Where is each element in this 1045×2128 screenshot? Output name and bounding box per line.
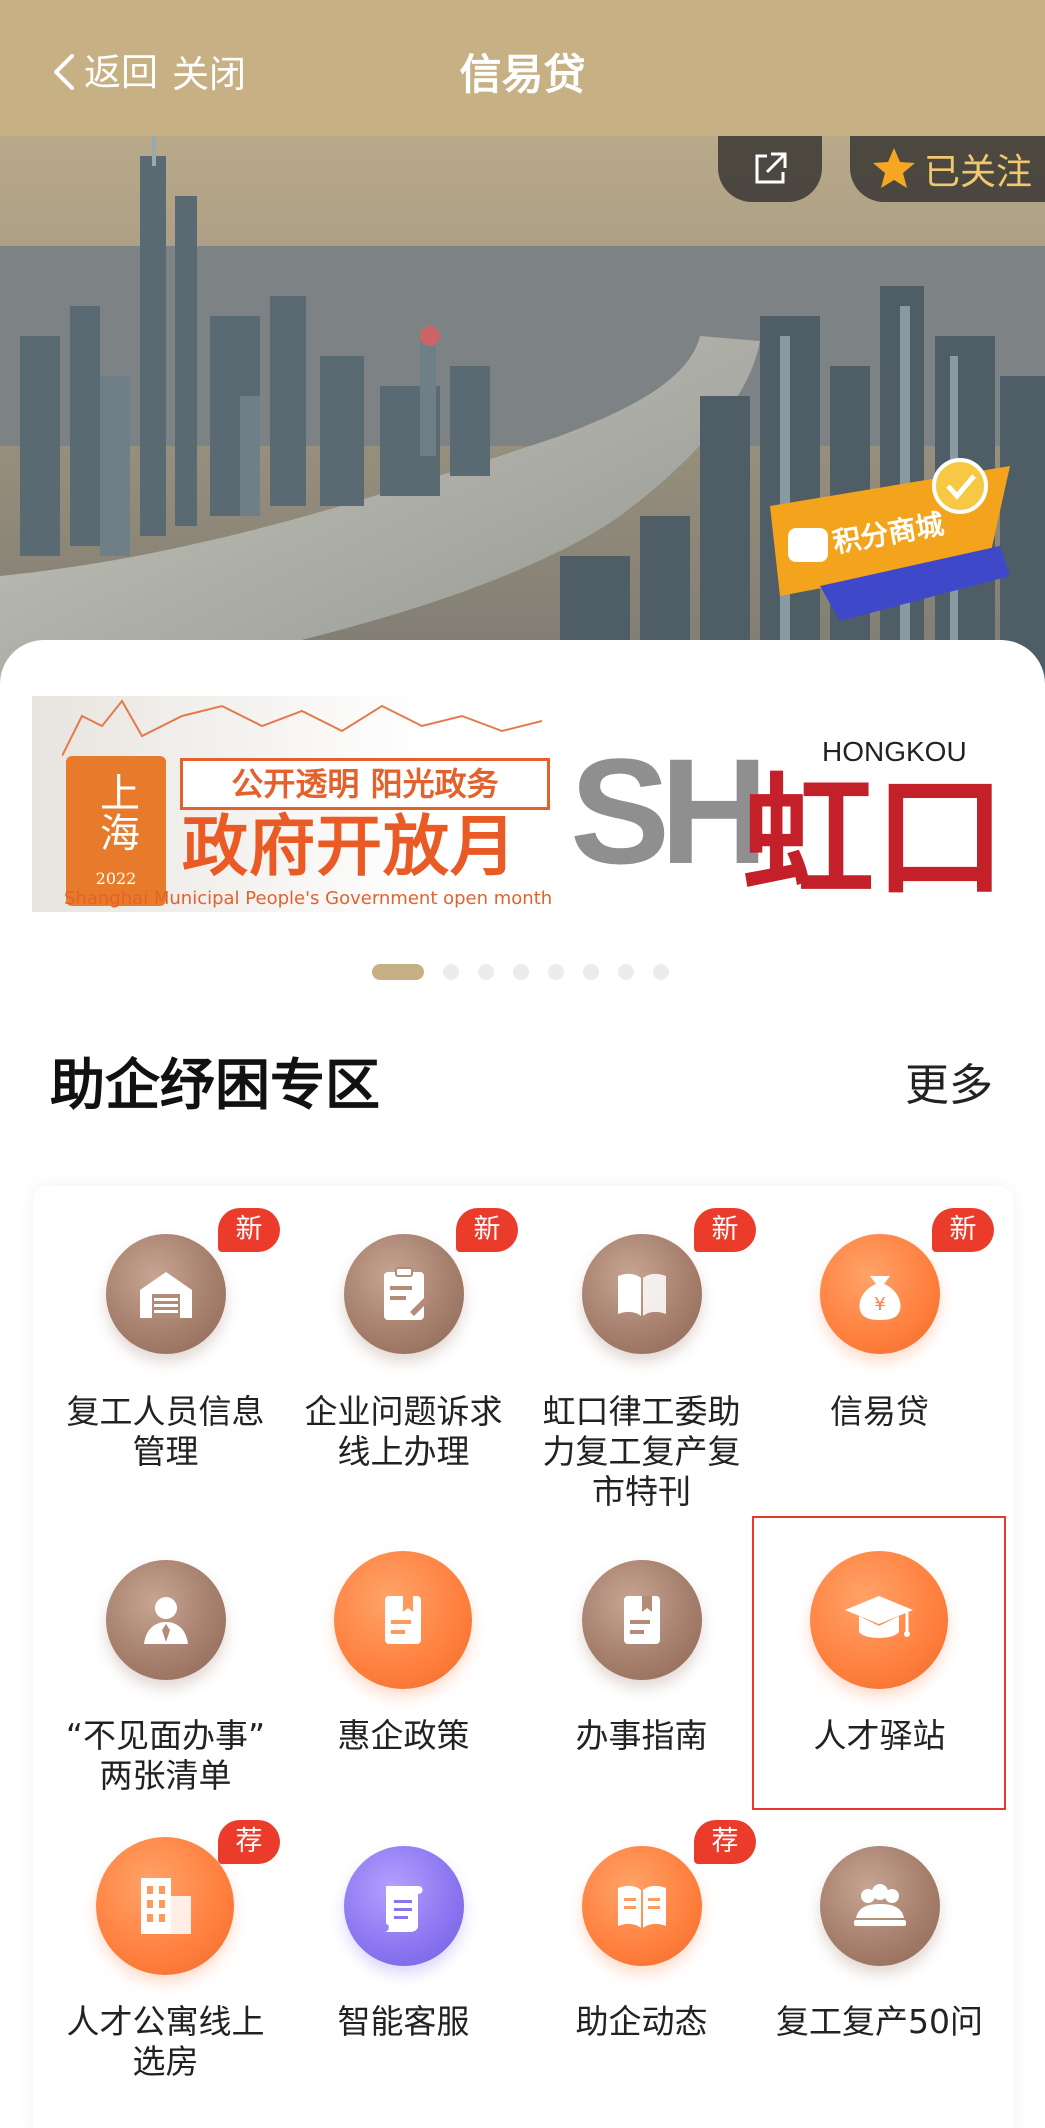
carousel-dot[interactable] [478,964,494,980]
tile-label: 复工人员信息 管理 [40,1392,291,1472]
tile-label: 信易贷 [754,1392,1005,1432]
carousel-dot[interactable] [548,964,564,980]
open-book-icon [582,1234,702,1354]
points-mall-badge[interactable]: 积分商城 [760,446,1020,626]
page-title: 信易贷 [459,50,586,99]
new-badge: 荐 [218,1820,280,1864]
money-bag-icon: ¥ [820,1234,940,1354]
apartment-building-icon [96,1837,234,1975]
scroll-icon [344,1846,464,1966]
warehouse-icon [106,1234,226,1354]
carousel-dot[interactable] [513,964,529,980]
tile-label-line: 选房 [132,2042,199,2081]
banner-subtitle: Shanghai Municipal People's Government o… [64,888,553,909]
carousel-dot[interactable] [653,964,669,980]
new-badge: 新 [456,1208,518,1252]
skyline-outline-icon [62,699,542,756]
district-chinese: 虹口 [742,761,1006,912]
tile-label-line: 企业问题诉求 [304,1392,503,1431]
carousel-dot[interactable] [443,964,459,980]
tile-label-line: 办事指南 [575,1716,708,1755]
tile-label: 复工复产50问 [754,2002,1005,2042]
tile-label-line: 线上办理 [337,1432,470,1471]
tile-label-line: 信易贷 [830,1392,929,1431]
star-icon [873,148,915,188]
tile-label: 人才公寓线上 选房 [40,2002,291,2082]
news-book-icon [582,1846,702,1966]
tile-label-line: 市特刊 [592,1472,691,1511]
promo-banner[interactable]: 上海 2022 公开透明 阳光政务 政府开放月 Shanghai Municip… [32,696,1014,912]
person-tie-icon [106,1560,226,1680]
banner-slogan: 公开透明 阳光政务 [180,758,550,810]
banner-headline: 政府开放月 [182,808,517,885]
sh-logo-text: SH [570,727,768,895]
more-link[interactable]: 更多 [905,1064,993,1108]
follow-button[interactable]: 已关注 [850,136,1045,202]
carousel-dot[interactable] [372,964,424,980]
tile-label: 虹口律工委助 力复工复产复 市特刊 [516,1392,767,1512]
tile-label: 办事指南 [516,1716,767,1756]
hero-banner-image: 已关注 积分商城 [0,136,1045,696]
top-navbar: 返回 关闭 信易贷 [0,0,1045,136]
tile-label: 惠企政策 [278,1716,529,1756]
follow-label: 已关注 [924,152,1033,193]
tile-label-line: 管理 [132,1432,199,1471]
tile-label-line: 助企动态 [575,2002,708,2041]
tile-label: “不见面办事” 两张清单 [40,1716,291,1796]
tile-label-line: 复工复产50问 [776,2002,983,2041]
svg-text:¥: ¥ [874,1294,885,1315]
clipboard-edit-icon [344,1234,464,1354]
tile-label-line: 智能客服 [337,2002,470,2041]
selection-highlight-box [752,1516,1006,1810]
carousel-dot[interactable] [583,964,599,980]
tile-label-line: 虹口律工委助 [542,1392,741,1431]
share-icon [755,152,787,184]
tile-label-line: 两张清单 [99,1756,232,1795]
tile-label-line: 力复工复产复 [542,1432,741,1471]
share-button[interactable] [718,136,822,202]
tile-label-line: 复工人员信息 [66,1392,265,1431]
policy-doc-icon [334,1551,472,1689]
seal-text: 上海 [93,772,139,852]
new-badge: 新 [218,1208,280,1252]
new-badge: 新 [694,1208,756,1252]
section-title: 助企纾困专区 [50,1053,381,1117]
guide-doc-icon [582,1560,702,1680]
tile-label: 企业问题诉求 线上办理 [278,1392,529,1472]
carousel-indicator [372,964,688,980]
meeting-people-icon [820,1846,940,1966]
shanghai-seal: 上海 2022 [66,756,166,906]
new-badge: 荐 [694,1820,756,1864]
tile-label-line: “不见面办事” [65,1716,266,1755]
tile-label-line: 人才公寓线上 [66,2002,265,2041]
seal-year: 2022 [95,869,137,888]
tile-label-line: 惠企政策 [337,1716,470,1755]
carousel-dot[interactable] [618,964,634,980]
tile-label: 助企动态 [516,2002,767,2042]
tile-label: 智能客服 [278,2002,529,2042]
new-badge: 新 [932,1208,994,1252]
